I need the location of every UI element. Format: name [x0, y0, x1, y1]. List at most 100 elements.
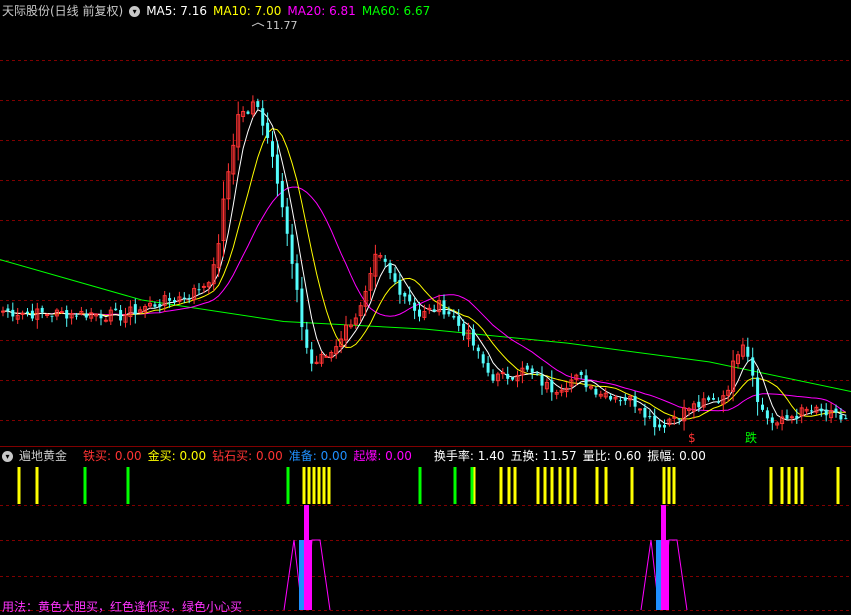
signal-bar-yellow — [662, 467, 666, 504]
ma60-path — [0, 259, 851, 392]
high-price-marker: 11.77 — [251, 19, 298, 32]
ma5-path — [2, 109, 846, 425]
candle-body-down — [663, 424, 666, 428]
candle-body-up — [789, 416, 794, 419]
signal-bar-yellow — [317, 467, 321, 504]
candle-body-up — [103, 319, 108, 322]
stock-chart[interactable]: 11.77 $ 跌 — [0, 0, 851, 615]
signal-mark-fall: 跌 — [745, 430, 757, 445]
signal-bar-yellow — [595, 467, 599, 504]
indicator-name: 遍地黄金 — [19, 449, 68, 463]
main-price-panel[interactable]: 11.77 $ 跌 — [0, 19, 851, 445]
spike-bar-magenta — [309, 540, 312, 610]
signal-bar-yellow — [787, 467, 791, 504]
signal-bar-green — [418, 467, 422, 504]
candle-body-up — [201, 285, 206, 288]
signal-bar-yellow — [543, 467, 547, 504]
signal-bar-yellow — [302, 467, 306, 504]
candle-body-down — [413, 302, 417, 311]
ma10-path — [2, 128, 846, 420]
candle-body-down — [756, 377, 760, 402]
spike-bar-magenta — [304, 505, 309, 610]
candle-body-down — [26, 311, 29, 314]
candle-body-down — [633, 396, 637, 407]
tie-mai-value: 铁买: 0.00 — [83, 449, 142, 463]
candle-body-down — [618, 400, 622, 402]
signal-bar-yellow — [507, 467, 511, 504]
spike-bar-blue — [299, 540, 304, 610]
candle-body-down — [457, 316, 461, 326]
candle-body-down — [50, 315, 54, 317]
signal-bar-yellow — [550, 467, 554, 504]
candle-body-down — [623, 397, 627, 401]
candle-body-down — [751, 357, 755, 376]
ma20-path — [2, 186, 847, 413]
candle-body-down — [677, 418, 681, 420]
settings-dropdown-icon[interactable]: ▾ — [129, 6, 141, 17]
spike-bar-blue — [656, 540, 661, 610]
signal-bar-green — [453, 467, 457, 504]
signal-bar-green — [126, 467, 130, 504]
candle-body-down — [300, 288, 304, 328]
candle-body-down — [648, 416, 652, 418]
candle-body-down — [403, 293, 407, 297]
candle-body-down — [658, 424, 662, 428]
signal-bar-yellow — [604, 467, 608, 504]
price-grid — [0, 60, 851, 421]
huan-shou-lv-value: 换手率: 1.40 — [433, 449, 505, 463]
signal-bar-yellow — [573, 467, 577, 504]
signal-mark-left: $ — [688, 431, 696, 445]
spike-bar-magenta — [666, 540, 669, 610]
candle-body-down — [447, 311, 451, 315]
candle-body-down — [653, 415, 657, 428]
signal-bar-green — [470, 467, 474, 504]
signal-bar-yellow — [17, 467, 21, 504]
candle-body-down — [550, 380, 554, 393]
candle-body-down — [388, 262, 392, 273]
candle-body-down — [295, 263, 299, 290]
signal-bar-yellow — [307, 467, 311, 504]
candle-body-down — [511, 377, 515, 380]
candle-body-down — [765, 410, 769, 419]
indicator-header: ▾ 遍地黄金 铁买: 0.00 金买: 0.00 钻石买: 0.00 准备: 0.00 起爆… — [2, 447, 712, 465]
candle-body-down — [535, 373, 539, 375]
ma20-line — [2, 186, 847, 413]
candle-body-down — [256, 101, 260, 107]
signal-bar-yellow — [35, 467, 39, 504]
indicator-panel[interactable] — [0, 467, 851, 611]
candle-body-down — [819, 408, 823, 412]
candle-body-down — [839, 414, 843, 420]
indicator-dropdown-icon[interactable]: ▾ — [2, 451, 13, 462]
candle-body-down — [442, 300, 446, 315]
candle-body-down — [697, 401, 701, 408]
high-price-label: 11.77 — [266, 19, 298, 32]
candle-body-down — [398, 280, 402, 295]
candle-body-up — [20, 312, 25, 315]
candle-body-down — [173, 300, 176, 302]
candle-body-down — [182, 297, 186, 299]
signal-bar-yellow — [558, 467, 562, 504]
ma10-line — [2, 128, 846, 420]
candle-body-down — [540, 375, 544, 386]
candle-body-down — [712, 398, 715, 400]
candle-body-down — [432, 309, 436, 312]
signal-bar-yellow — [780, 467, 784, 504]
candle-body-down — [168, 298, 172, 301]
candle-body-down — [275, 154, 279, 184]
candle-body-down — [75, 315, 78, 317]
candle-body-down — [834, 408, 838, 413]
indicator-grid — [0, 505, 851, 611]
candle-body-down — [643, 407, 647, 418]
candle-body-up — [324, 355, 329, 358]
candle-body-down — [393, 273, 397, 282]
candle-body-up — [1, 310, 5, 313]
candlesticks[interactable] — [1, 95, 848, 436]
candle-body-down — [462, 323, 466, 336]
candle-body-down — [280, 180, 284, 208]
candle-body-down — [40, 307, 44, 313]
candle-body-down — [99, 314, 103, 319]
candle-body-down — [844, 418, 848, 420]
candle-body-up — [59, 311, 64, 314]
signal-bar-yellow — [499, 467, 503, 504]
signal-bar-yellow — [836, 467, 840, 504]
